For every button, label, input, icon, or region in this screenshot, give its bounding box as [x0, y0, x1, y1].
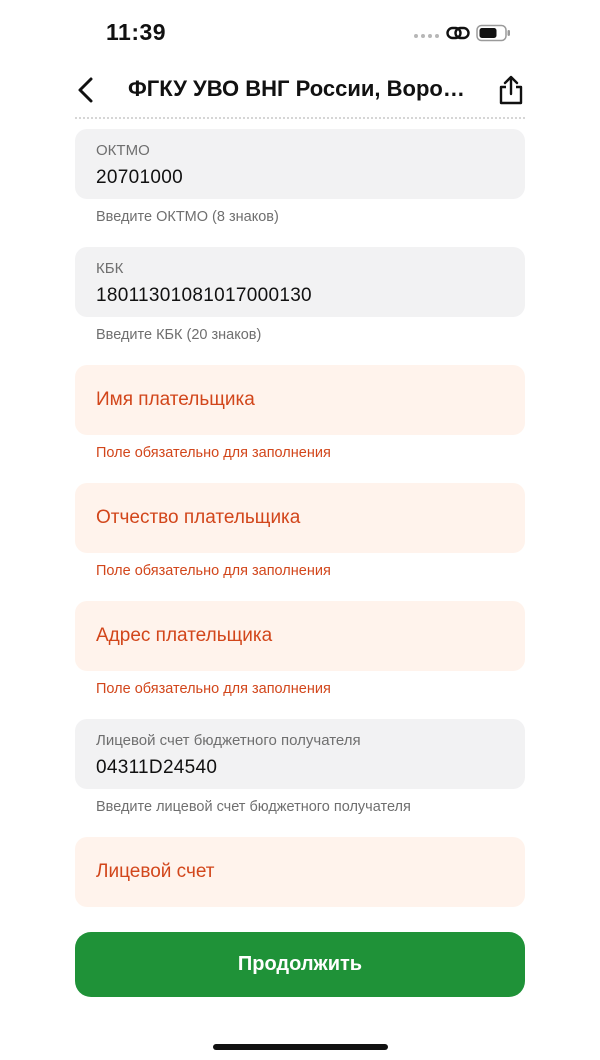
nav-bar: ФГКУ УВО ВНГ России, Воронежская область	[0, 66, 600, 118]
field-label: ОКТМО	[96, 142, 150, 159]
field-placeholder: Отчество плательщика	[96, 507, 301, 528]
battery-icon	[476, 24, 510, 42]
kbk-field[interactable]: КБК 18011301081017000130	[75, 247, 525, 317]
page-title: ФГКУ УВО ВНГ России, Воронежская область	[128, 76, 478, 101]
signal-dots-icon	[414, 34, 439, 38]
field-helper: Введите лицевой счет бюджетного получате…	[96, 799, 411, 815]
field-error-message: Поле обязательно для заполнения	[96, 681, 331, 697]
budget-recipient-account-field[interactable]: Лицевой счет бюджетного получателя 04311…	[75, 719, 525, 789]
field-label: Лицевой счет бюджетного получателя	[96, 732, 361, 749]
status-bar: 11:39	[0, 0, 600, 66]
chevron-left-icon	[78, 77, 93, 103]
field-value: 18011301081017000130	[96, 285, 312, 306]
field-placeholder: Имя плательщика	[96, 389, 255, 410]
field-value: 04311D24540	[96, 757, 218, 778]
payment-details-screen: 11:39 ФГКУ УВО ВНГ России, Воронежская о…	[0, 0, 600, 1060]
status-time: 11:39	[106, 19, 167, 45]
field-error-message: Поле обязательно для заполнения	[96, 563, 331, 579]
continue-button[interactable]: Продолжить	[75, 932, 525, 997]
payer-address-field[interactable]: Адрес плательщика	[75, 601, 525, 671]
back-button[interactable]	[66, 70, 106, 110]
payer-name-field[interactable]: Имя плательщика	[75, 365, 525, 435]
oktmo-field[interactable]: ОКТМО 20701000	[75, 129, 525, 199]
field-placeholder: Лицевой счет	[96, 861, 215, 882]
field-error-message: Поле обязательно для заполнения	[96, 445, 331, 461]
nav-divider	[75, 117, 525, 119]
field-placeholder: Адрес плательщика	[96, 625, 273, 646]
payer-patronymic-field[interactable]: Отчество плательщика	[75, 483, 525, 553]
share-button[interactable]	[494, 70, 528, 110]
field-value: 20701000	[96, 167, 183, 188]
share-icon	[499, 75, 523, 105]
field-helper: Введите КБК (20 знаков)	[96, 327, 262, 343]
personal-account-field[interactable]: Лицевой счет	[75, 837, 525, 907]
link-icon	[446, 26, 470, 40]
field-helper: Введите ОКТМО (8 знаков)	[96, 209, 279, 225]
home-indicator	[213, 1044, 388, 1050]
field-label: КБК	[96, 260, 124, 277]
